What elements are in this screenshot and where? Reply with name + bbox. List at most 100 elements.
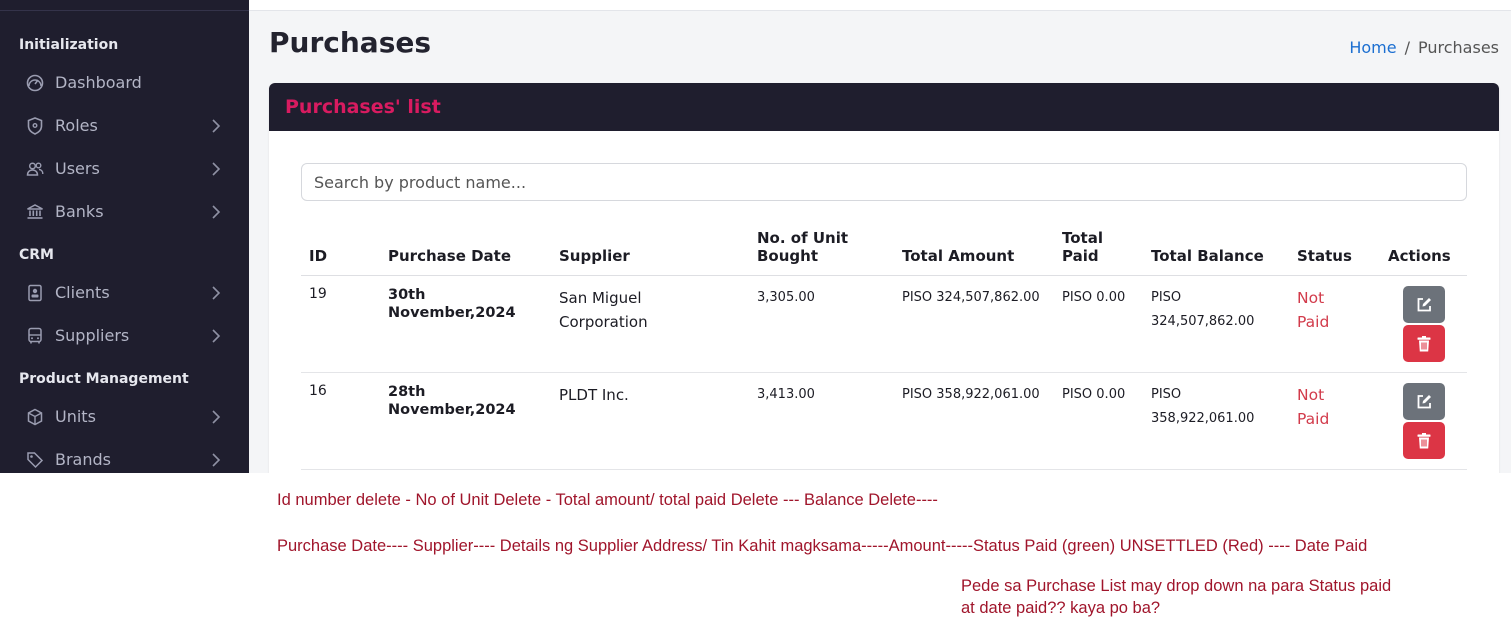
- edit-icon: [1417, 394, 1431, 408]
- header-line: Bought: [757, 247, 819, 265]
- supplier-line: San Miguel: [559, 289, 642, 307]
- delete-button[interactable]: [1402, 422, 1445, 459]
- table-header-row: ID Purchase Date Supplier No. of Unit Bou…: [301, 223, 1467, 276]
- breadcrumb-separator: /: [1404, 38, 1410, 57]
- column-header-id: ID: [301, 223, 380, 276]
- users-icon: [26, 162, 44, 176]
- cube-icon: [27, 408, 43, 426]
- cell-status: Not Paid: [1289, 275, 1380, 373]
- section-title-initialization: Initialization: [19, 37, 119, 53]
- balance-line: 324,507,862.00: [1151, 314, 1255, 329]
- sidebar-item-brands[interactable]: Brands: [0, 442, 249, 473]
- breadcrumb-current: Purchases: [1418, 38, 1499, 57]
- status-line: Not: [1297, 386, 1325, 404]
- sidebar-item-label: Clients: [55, 283, 110, 302]
- supplier-line: PLDT Inc.: [559, 386, 629, 404]
- sidebar-item-label: Users: [55, 159, 100, 178]
- annotation-note: Purchase Date---- Supplier---- Details n…: [277, 537, 1368, 555]
- cell-units-bought: 3,413.00: [749, 372, 894, 470]
- trash-icon: [1417, 432, 1430, 448]
- chevron-right-icon: [212, 286, 221, 300]
- chevron-right-icon: [212, 119, 221, 133]
- tag-icon: [27, 452, 44, 469]
- chevron-right-icon: [212, 410, 221, 424]
- column-header-actions: Actions: [1380, 223, 1467, 276]
- date-line: 30th: [388, 287, 426, 303]
- app-window: Initialization Dashboard Roles Users Ban…: [0, 0, 1511, 473]
- column-header-status: Status: [1289, 223, 1380, 276]
- date-line: November,2024: [388, 402, 516, 418]
- cell-actions: [1380, 275, 1467, 373]
- sidebar-item-roles[interactable]: Roles: [0, 108, 249, 144]
- search-input[interactable]: [301, 163, 1467, 201]
- cell-total-paid: PISO 0.00: [1054, 275, 1143, 373]
- header-line: Paid: [1062, 247, 1099, 265]
- column-header-purchase-date: Purchase Date: [380, 223, 551, 276]
- annotation-note: Id number delete - No of Unit Delete - T…: [277, 491, 938, 509]
- cell-total-paid: PISO 0.00: [1054, 372, 1143, 470]
- bus-icon: [28, 327, 42, 344]
- sidebar-item-users[interactable]: Users: [0, 151, 249, 187]
- breadcrumb-home-link[interactable]: Home: [1349, 38, 1396, 57]
- trash-icon: [1417, 335, 1430, 351]
- chevron-right-icon: [212, 453, 221, 467]
- cell-total-amount: PISO 358,922,061.00: [894, 372, 1054, 470]
- page-title: Purchases: [269, 26, 432, 59]
- purchases-table: ID Purchase Date Supplier No. of Unit Bou…: [301, 223, 1467, 470]
- sidebar-item-label: Brands: [55, 450, 111, 469]
- shield-icon: [27, 117, 43, 135]
- cell-total-balance: PISO 324,507,862.00: [1143, 275, 1289, 373]
- sidebar-item-clients[interactable]: Clients: [0, 275, 249, 311]
- action-buttons: [1388, 286, 1459, 362]
- section-title-crm: CRM: [19, 247, 54, 263]
- balance-line: PISO: [1151, 387, 1182, 402]
- cell-units-bought: 3,305.00: [749, 275, 894, 373]
- table-row: 16 28th November,2024 PLDT Inc. 3,413.00 …: [301, 372, 1467, 470]
- edit-button[interactable]: [1402, 286, 1445, 323]
- sidebar-item-dashboard[interactable]: Dashboard: [0, 65, 249, 101]
- breadcrumb: Home / Purchases: [1349, 38, 1499, 57]
- card-title: Purchases' list: [285, 96, 441, 118]
- header-line: No. of Unit: [757, 229, 849, 247]
- chevron-right-icon: [212, 329, 221, 343]
- main-content: Purchases Home / Purchases Purchases' li…: [249, 0, 1511, 473]
- cell-id: 19: [301, 275, 380, 373]
- cell-purchase-date: 28th November,2024: [380, 372, 551, 470]
- balance-line: 358,922,061.00: [1151, 411, 1255, 426]
- chevron-right-icon: [212, 162, 221, 176]
- cell-supplier: San Miguel Corporation: [551, 275, 749, 373]
- cell-id: 16: [301, 372, 380, 470]
- column-header-total-amount: Total Amount: [894, 223, 1054, 276]
- sidebar-divider: [0, 10, 249, 11]
- sidebar-item-suppliers[interactable]: Suppliers: [0, 318, 249, 354]
- column-header-supplier: Supplier: [551, 223, 749, 276]
- sidebar-item-units[interactable]: Units: [0, 399, 249, 435]
- cell-supplier: PLDT Inc.: [551, 372, 749, 470]
- annotation-note: Pede sa Purchase List may drop down na p…: [961, 577, 1392, 595]
- cell-status: Not Paid: [1289, 372, 1380, 470]
- sidebar-item-label: Banks: [55, 202, 104, 221]
- sidebar-item-banks[interactable]: Banks: [0, 194, 249, 230]
- purchases-card: Purchases' list ID Purchase Date Supplie…: [269, 83, 1499, 473]
- annotation-note: at date paid?? kaya po ba?: [961, 599, 1161, 617]
- edit-button[interactable]: [1402, 383, 1445, 420]
- column-header-units-bought: No. of Unit Bought: [749, 223, 894, 276]
- balance-line: PISO: [1151, 290, 1182, 305]
- action-buttons: [1388, 383, 1459, 459]
- cell-total-amount: PISO 324,507,862.00: [894, 275, 1054, 373]
- column-header-total-paid: Total Paid: [1054, 223, 1143, 276]
- status-line: Paid: [1297, 313, 1330, 331]
- supplier-line: Corporation: [559, 313, 648, 331]
- date-line: November,2024: [388, 305, 516, 321]
- status-line: Not: [1297, 289, 1325, 307]
- cell-actions: [1380, 372, 1467, 470]
- bank-icon: [27, 204, 43, 219]
- column-header-total-balance: Total Balance: [1143, 223, 1289, 276]
- cell-total-balance: PISO 358,922,061.00: [1143, 372, 1289, 470]
- top-navbar: [249, 0, 1511, 11]
- dashboard-icon: [26, 74, 44, 92]
- chevron-right-icon: [212, 205, 221, 219]
- delete-button[interactable]: [1402, 325, 1445, 362]
- sidebar-item-label: Dashboard: [55, 73, 142, 92]
- header-line: Total: [1062, 229, 1103, 247]
